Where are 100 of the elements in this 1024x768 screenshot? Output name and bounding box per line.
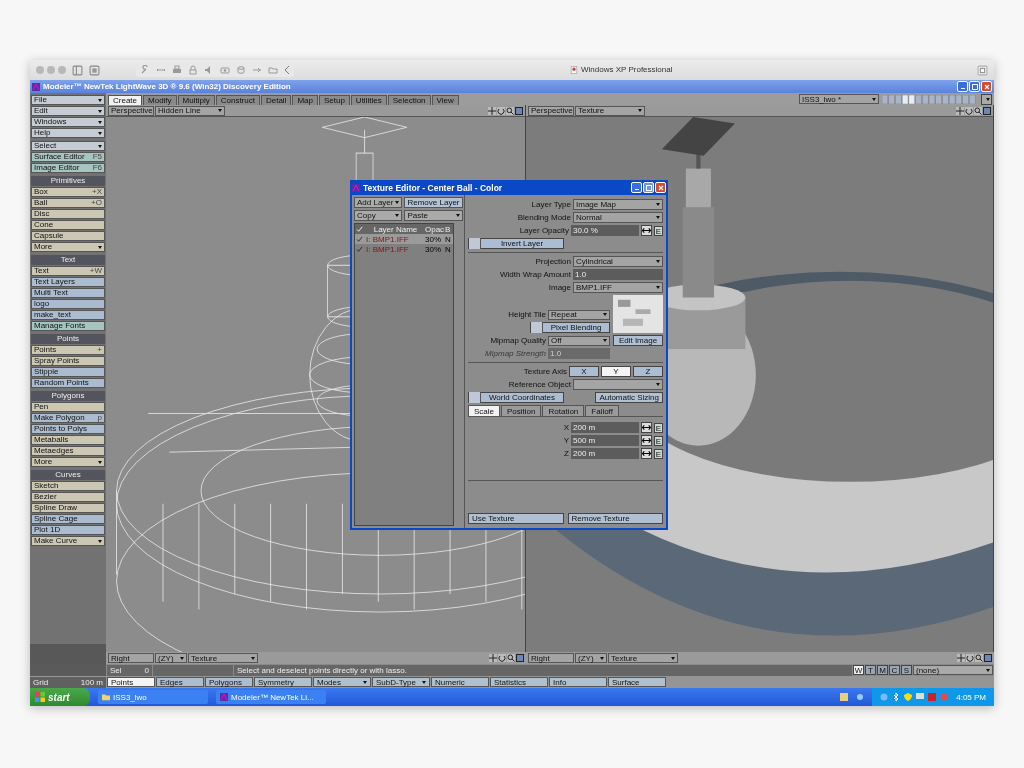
tab[interactable]: Position xyxy=(501,405,542,416)
sidebar-button[interactable]: Text Layers xyxy=(31,277,105,287)
sidebar-button[interactable]: Pen xyxy=(31,402,105,412)
printer-icon[interactable] xyxy=(172,65,182,75)
world-coordinates-toggle[interactable]: World Coordinates xyxy=(468,392,564,403)
sidebar-button[interactable]: make_text xyxy=(31,310,105,320)
command-button[interactable]: SubD-Type xyxy=(372,677,430,687)
surface-dropdown[interactable]: (none) xyxy=(913,665,993,675)
sidebar-button[interactable]: More xyxy=(31,457,105,467)
move-icon[interactable] xyxy=(489,654,497,662)
sidebar-button[interactable]: Points + xyxy=(31,345,105,355)
envelope-button[interactable]: E xyxy=(654,435,663,446)
maximize-icon[interactable] xyxy=(516,654,524,662)
layer-row[interactable]: I: BMP1.IFF 30% N xyxy=(355,234,453,244)
sidebar-button[interactable]: Surface Editor F5 xyxy=(31,152,105,162)
sidebar-button[interactable]: Make Curve xyxy=(31,536,105,546)
selection-mode-button[interactable]: Edges xyxy=(156,677,204,687)
image-dropdown[interactable]: BMP1.IFF xyxy=(573,282,663,293)
minimize-button[interactable] xyxy=(631,182,642,193)
layer-button[interactable]: Copy xyxy=(354,210,403,221)
sidebar-button[interactable]: Metaballs xyxy=(31,435,105,445)
zoom-icon[interactable] xyxy=(507,654,515,662)
sidebar-button[interactable]: Random Points xyxy=(31,378,105,388)
monitor-icon[interactable] xyxy=(916,693,925,701)
width-wrap-field[interactable]: 1.0 xyxy=(573,269,663,280)
sidebar-button[interactable]: Spline Cage xyxy=(31,514,105,524)
layer-type-dropdown[interactable]: Image Map xyxy=(573,199,663,210)
sidebar-button[interactable]: Disc xyxy=(31,209,105,219)
selection-mode-button[interactable]: Polygons xyxy=(205,677,253,687)
chevron-left-icon[interactable] xyxy=(284,65,290,75)
taskbar-button[interactable]: ISS3_lwo xyxy=(98,690,208,704)
arrows-icon[interactable] xyxy=(641,422,652,433)
arrows-icon[interactable] xyxy=(641,435,652,446)
sidebar-button[interactable]: Help xyxy=(31,128,105,138)
scale-field[interactable]: 200 m xyxy=(571,422,639,433)
sidebar-button[interactable]: Box +X xyxy=(31,187,105,197)
sidebar-button[interactable]: Metaedges xyxy=(31,446,105,456)
layer-dropdown[interactable]: ISS3_lwo * xyxy=(799,94,879,104)
checkbox[interactable] xyxy=(356,245,363,253)
zoom-icon[interactable] xyxy=(506,106,514,115)
sidebar-button[interactable]: Capsule xyxy=(31,231,105,241)
checkbox[interactable] xyxy=(356,235,363,243)
tab[interactable]: Rotation xyxy=(542,405,585,416)
sidebar-button[interactable]: Make Polygon p xyxy=(31,413,105,423)
dialog-button[interactable]: Remove Texture xyxy=(567,513,663,524)
dialog-button[interactable]: Use Texture xyxy=(468,513,564,524)
sidebar-button[interactable]: Spray Points xyxy=(31,356,105,366)
command-button[interactable]: Symmetry xyxy=(254,677,312,687)
sidebar-button[interactable]: Sketch xyxy=(31,481,105,491)
invert-layer-toggle[interactable]: Invert Layer xyxy=(468,238,564,249)
layer-row[interactable]: I: BMP1.IFF 30% N xyxy=(355,244,453,254)
camera-icon[interactable] xyxy=(220,65,230,75)
tab[interactable]: Scale xyxy=(468,405,500,416)
shield-icon[interactable] xyxy=(904,693,913,701)
axis-dropdown[interactable]: (ZY) xyxy=(575,653,607,663)
rotate-icon[interactable] xyxy=(965,106,973,115)
sidebar-button[interactable]: Cone xyxy=(31,220,105,230)
selection-mode-button[interactable]: Points xyxy=(107,677,155,687)
sidebar-button[interactable]: More xyxy=(31,242,105,252)
pixel-blending-toggle[interactable]: Pixel Blending xyxy=(530,322,610,333)
maximize-icon[interactable] xyxy=(983,106,991,115)
restore-button[interactable] xyxy=(969,81,980,92)
view-flag-button[interactable]: M xyxy=(877,665,888,675)
move-icon[interactable] xyxy=(956,106,964,115)
sidebar-button[interactable]: File xyxy=(31,95,105,105)
window-stack-icon[interactable] xyxy=(89,64,100,76)
layer-button[interactable]: Paste xyxy=(404,210,463,221)
layer-button[interactable]: Remove Layer xyxy=(404,197,463,208)
automatic-sizing-button[interactable]: Automatic Sizing xyxy=(595,392,663,403)
sidebar-button[interactable]: Multi Text xyxy=(31,288,105,298)
height-tile-dropdown[interactable]: Repeat xyxy=(548,309,610,320)
sidebar-icon[interactable] xyxy=(72,64,83,76)
axis-button[interactable]: Z xyxy=(633,366,663,377)
rotate-icon[interactable] xyxy=(498,654,506,662)
restore-icon[interactable] xyxy=(977,64,988,76)
start-button[interactable]: start xyxy=(30,688,90,706)
axis-dropdown[interactable]: (ZY) xyxy=(155,653,187,663)
reference-object-dropdown[interactable] xyxy=(573,379,663,390)
view-dropdown[interactable]: Right xyxy=(528,653,574,663)
tab[interactable]: Falloff xyxy=(585,405,619,416)
mipmap-quality-dropdown[interactable]: Off xyxy=(548,335,610,346)
command-button[interactable]: Statistics xyxy=(490,677,548,687)
maximize-icon[interactable] xyxy=(515,106,523,115)
arrows-icon[interactable] xyxy=(641,448,652,459)
menu-button[interactable] xyxy=(981,93,992,105)
layer-button[interactable]: Add Layer xyxy=(354,197,403,208)
zoom-icon[interactable] xyxy=(975,654,983,662)
render-mode-dropdown[interactable]: Texture xyxy=(608,653,678,663)
command-button[interactable]: Surface xyxy=(608,677,666,687)
sidebar-button[interactable]: Ball +O xyxy=(31,198,105,208)
maximize-icon[interactable] xyxy=(984,654,992,662)
render-mode-dropdown[interactable]: Hidden Line xyxy=(155,105,225,116)
bluetooth-icon[interactable] xyxy=(892,693,901,701)
taskbar-button[interactable]: Modeler™ NewTek Li... xyxy=(216,690,326,704)
lock-icon[interactable] xyxy=(188,65,198,75)
scale-field[interactable]: 200 m xyxy=(571,448,639,459)
render-mode-dropdown[interactable]: Texture xyxy=(188,653,258,663)
axis-button[interactable]: Y xyxy=(601,366,631,377)
sidebar-button[interactable]: logo xyxy=(31,299,105,309)
move-icon[interactable] xyxy=(488,106,496,115)
